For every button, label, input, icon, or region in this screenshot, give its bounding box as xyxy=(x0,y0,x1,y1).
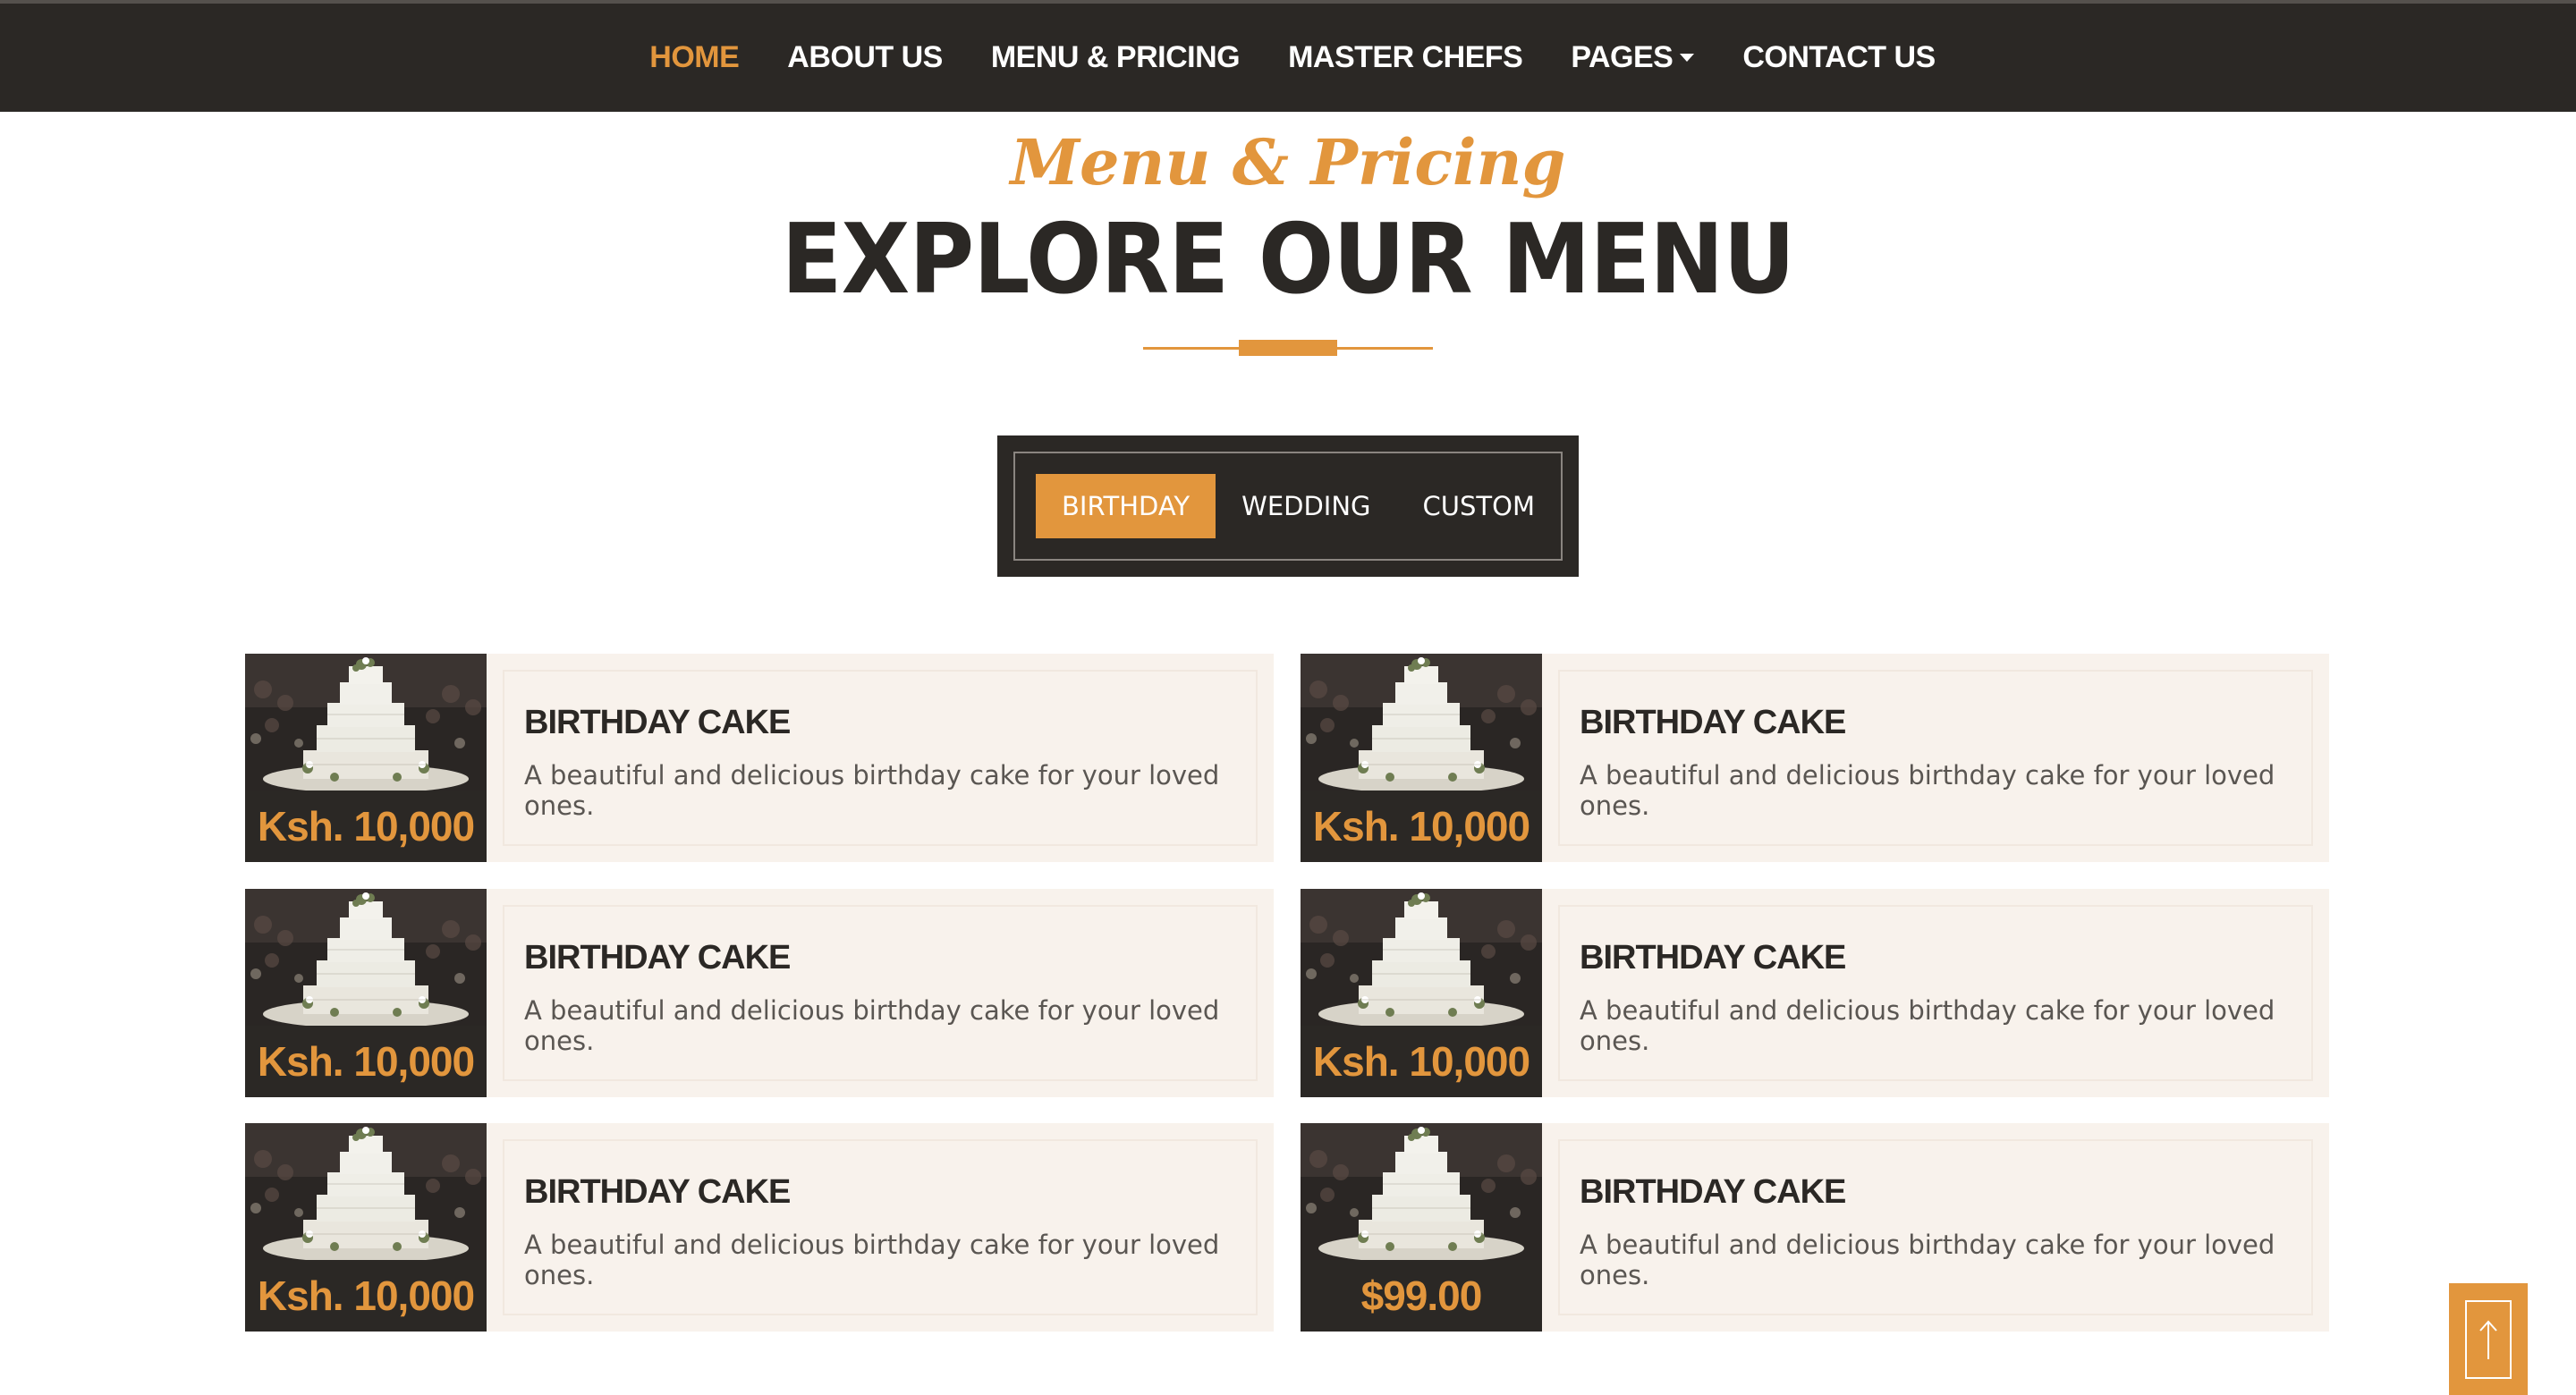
menu-item-title: BIRTHDAY CAKE xyxy=(1580,1173,1846,1211)
caret-down-icon xyxy=(1680,54,1695,62)
menu-item-card[interactable]: Ksh. 10,000 BIRTHDAY CAKE A beautiful an… xyxy=(1301,654,2329,862)
menu-item-title: BIRTHDAY CAKE xyxy=(1580,704,1846,741)
menu-item-price: Ksh. 10,000 xyxy=(245,1026,487,1097)
section-subtitle: Menu & Pricing xyxy=(1010,125,1566,199)
nav-pages-dropdown[interactable]: PAGES xyxy=(1571,40,1695,75)
cake-image xyxy=(1301,654,1542,790)
menu-item-price: Ksh. 10,000 xyxy=(1301,790,1542,862)
menu-item-title: BIRTHDAY CAKE xyxy=(1580,939,1846,976)
menu-item-body: BIRTHDAY CAKE A beautiful and delicious … xyxy=(1558,905,2313,1081)
menu-item-body: BIRTHDAY CAKE A beautiful and delicious … xyxy=(1558,1139,2313,1315)
nav-about-label: ABOUT US xyxy=(787,40,943,74)
cake-image xyxy=(1301,889,1542,1026)
menu-item-title: BIRTHDAY CAKE xyxy=(524,939,791,976)
section-title: EXPLORE OUR MENU xyxy=(781,204,1796,316)
cake-image xyxy=(245,889,487,1026)
nav-contact-us[interactable]: CONTACT US xyxy=(1742,40,1936,75)
nav-pages-label: PAGES xyxy=(1571,40,1674,74)
back-to-top-button[interactable] xyxy=(2449,1283,2528,1395)
arrow-up-icon xyxy=(2465,1299,2512,1379)
menu-item-card[interactable]: Ksh. 10,000 BIRTHDAY CAKE A beautiful an… xyxy=(1301,889,2329,1097)
cake-image xyxy=(245,1123,487,1260)
menu-item-description: A beautiful and delicious birthday cake … xyxy=(1580,760,2275,821)
menu-item-description: A beautiful and delicious birthday cake … xyxy=(524,995,1220,1056)
nav-menu-label: MENU & PRICING xyxy=(990,40,1241,74)
menu-item-price: Ksh. 10,000 xyxy=(1301,1026,1542,1097)
cake-image xyxy=(1301,1123,1542,1260)
menu-item-description: A beautiful and delicious birthday cake … xyxy=(524,760,1220,821)
nav-menu-pricing[interactable]: MENU & PRICING xyxy=(990,40,1241,75)
nav-chefs-label: MASTER CHEFS xyxy=(1288,40,1523,74)
menu-category-tabs: BIRTHDAY WEDDING CUSTOM xyxy=(997,435,1579,577)
menu-item-price: $99.00 xyxy=(1301,1260,1542,1332)
tab-wedding[interactable]: WEDDING xyxy=(1216,474,1396,538)
menu-item-title: BIRTHDAY CAKE xyxy=(524,704,791,741)
nav-master-chefs[interactable]: MASTER CHEFS xyxy=(1288,40,1523,75)
menu-item-price: Ksh. 10,000 xyxy=(245,1260,487,1332)
menu-item-card[interactable]: Ksh. 10,000 BIRTHDAY CAKE A beautiful an… xyxy=(245,889,1274,1097)
menu-item-thumbnail: Ksh. 10,000 xyxy=(245,1123,487,1332)
menu-item-title: BIRTHDAY CAKE xyxy=(524,1173,791,1211)
tab-custom[interactable]: CUSTOM xyxy=(1397,474,1561,538)
menu-item-price: Ksh. 10,000 xyxy=(245,790,487,862)
menu-item-description: A beautiful and delicious birthday cake … xyxy=(524,1230,1220,1290)
menu-item-thumbnail: Ksh. 10,000 xyxy=(245,889,487,1097)
menu-item-body: BIRTHDAY CAKE A beautiful and delicious … xyxy=(1558,670,2313,846)
menu-item-body: BIRTHDAY CAKE A beautiful and delicious … xyxy=(503,1139,1258,1315)
top-navbar: HOME ABOUT US MENU & PRICING MASTER CHEF… xyxy=(0,0,2576,112)
cake-image xyxy=(245,654,487,790)
menu-item-thumbnail: Ksh. 10,000 xyxy=(245,654,487,862)
nav-about-us[interactable]: ABOUT US xyxy=(787,40,943,75)
tab-birthday[interactable]: BIRTHDAY xyxy=(1036,474,1216,538)
menu-item-thumbnail: Ksh. 10,000 xyxy=(1301,889,1542,1097)
menu-item-body: BIRTHDAY CAKE A beautiful and delicious … xyxy=(503,905,1258,1081)
nav-links: HOME ABOUT US MENU & PRICING MASTER CHEF… xyxy=(649,40,1936,75)
menu-item-description: A beautiful and delicious birthday cake … xyxy=(1580,1230,2275,1290)
nav-contact-label: CONTACT US xyxy=(1742,40,1936,74)
menu-item-card[interactable]: Ksh. 10,000 BIRTHDAY CAKE A beautiful an… xyxy=(245,654,1274,862)
menu-item-thumbnail: Ksh. 10,000 xyxy=(1301,654,1542,862)
menu-item-description: A beautiful and delicious birthday cake … xyxy=(1580,995,2275,1056)
menu-item-thumbnail: $99.00 xyxy=(1301,1123,1542,1332)
menu-item-body: BIRTHDAY CAKE A beautiful and delicious … xyxy=(503,670,1258,846)
menu-item-card[interactable]: Ksh. 10,000 BIRTHDAY CAKE A beautiful an… xyxy=(245,1123,1274,1332)
title-divider xyxy=(1143,340,1433,356)
nav-home[interactable]: HOME xyxy=(649,40,740,75)
nav-home-label: HOME xyxy=(649,40,740,74)
menu-item-card[interactable]: $99.00 BIRTHDAY CAKE A beautiful and del… xyxy=(1301,1123,2329,1332)
